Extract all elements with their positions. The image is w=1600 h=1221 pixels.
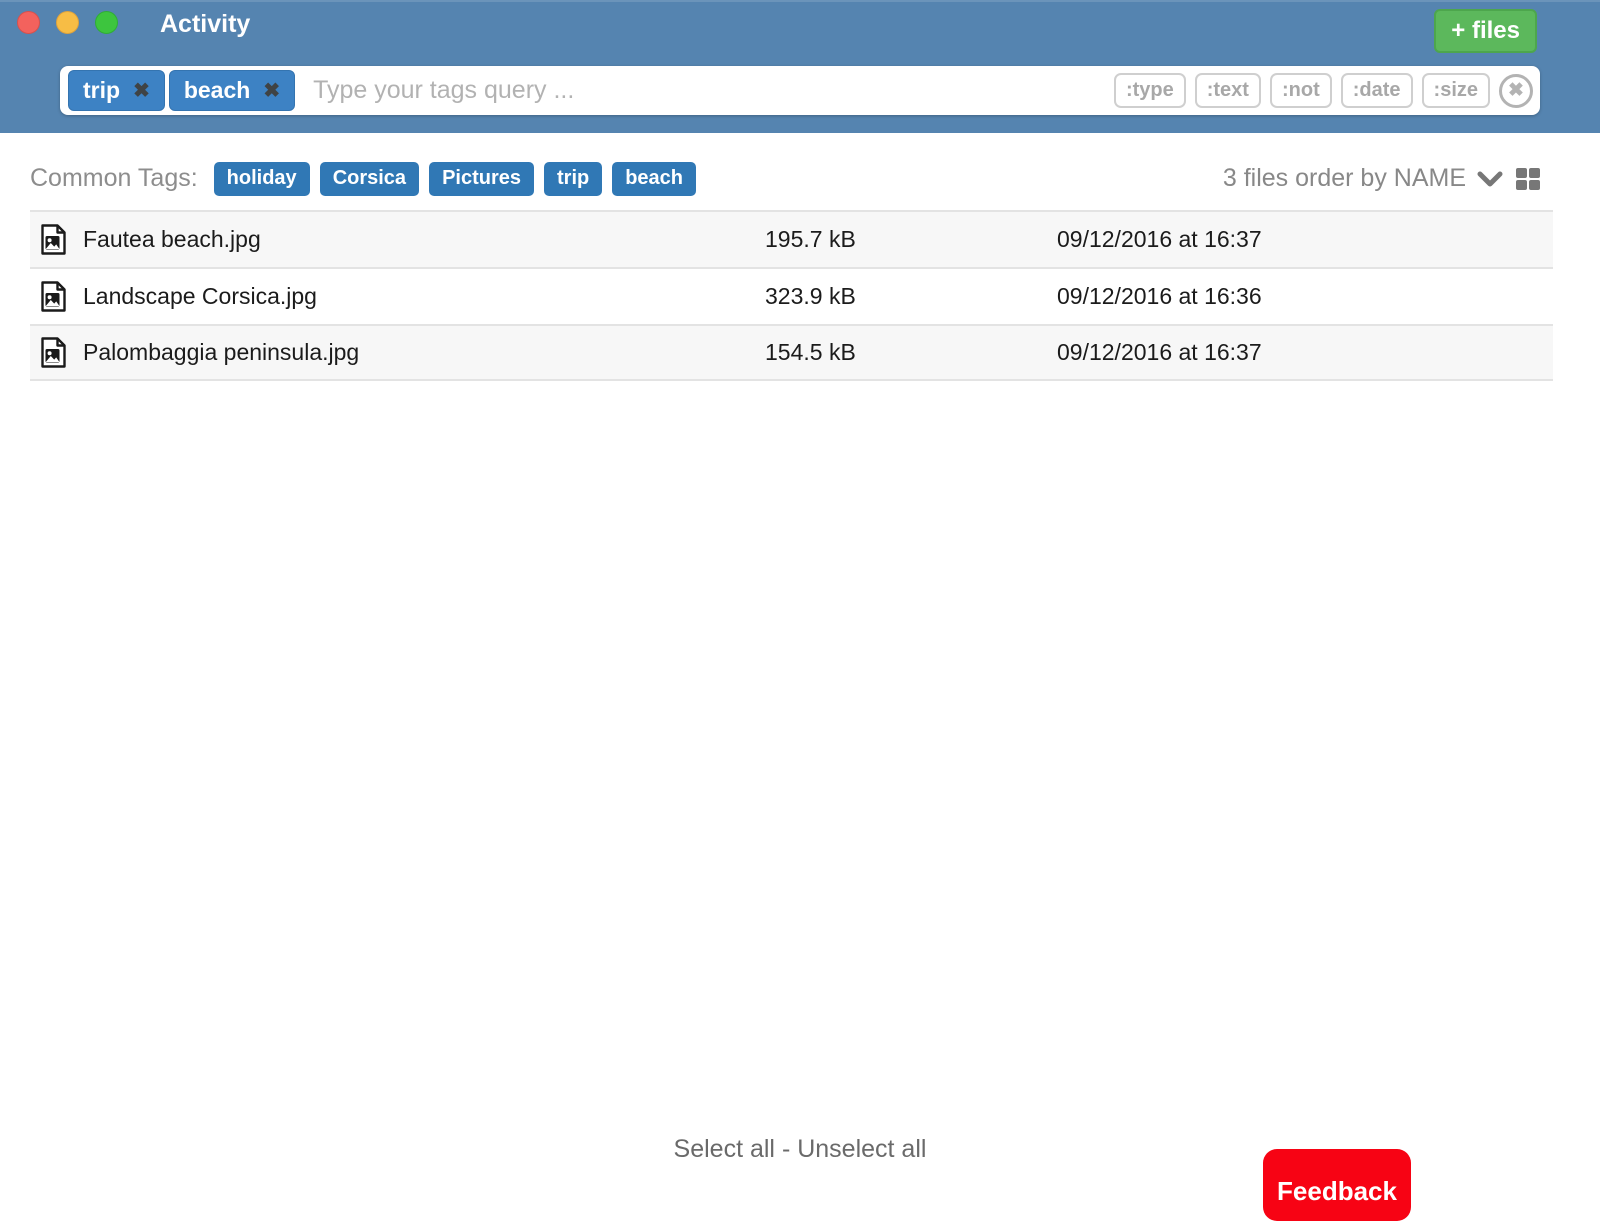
filter-date-button[interactable]: :date: [1341, 73, 1413, 108]
feedback-button[interactable]: Feedback: [1263, 1149, 1411, 1221]
clear-query-icon[interactable]: ✖: [1499, 74, 1533, 108]
common-tag-pictures[interactable]: Pictures: [429, 162, 534, 196]
file-size: 323.9 kB: [765, 283, 1057, 310]
file-date: 09/12/2016 at 16:37: [1057, 339, 1553, 366]
zoom-window-button[interactable]: [95, 11, 118, 34]
add-files-button[interactable]: + files: [1434, 9, 1537, 53]
filter-text-button[interactable]: :text: [1195, 73, 1261, 108]
window-title: Activity: [160, 10, 250, 39]
close-window-button[interactable]: [17, 11, 40, 34]
active-tag-chip[interactable]: beach ✖: [169, 70, 295, 111]
image-file-icon: [40, 337, 67, 368]
file-size: 195.7 kB: [765, 226, 1057, 253]
select-all-link[interactable]: Select all: [674, 1135, 775, 1163]
common-tags-label: Common Tags:: [30, 164, 198, 193]
common-tag-holiday[interactable]: holiday: [214, 162, 310, 196]
file-name: Landscape Corsica.jpg: [83, 283, 765, 310]
active-tag-label: trip: [83, 77, 120, 104]
file-date: 09/12/2016 at 16:37: [1057, 226, 1553, 253]
common-tags-row: Common Tags: holiday Corsica Pictures tr…: [30, 160, 1542, 197]
active-tag-chip[interactable]: trip ✖: [68, 70, 165, 111]
file-list: Fautea beach.jpg 195.7 kB 09/12/2016 at …: [30, 210, 1553, 381]
sort-control: 3 files order by NAME: [1223, 164, 1542, 193]
common-tag-beach[interactable]: beach: [612, 162, 696, 196]
traffic-lights: [17, 11, 134, 34]
remove-tag-icon[interactable]: ✖: [263, 81, 280, 101]
titlebar: Activity + files trip ✖ beach ✖ :type :t…: [0, 0, 1600, 133]
files-count-sort-label: 3 files order by NAME: [1223, 164, 1466, 193]
filter-size-button[interactable]: :size: [1422, 73, 1490, 108]
grid-view-icon[interactable]: [1514, 165, 1542, 193]
unselect-all-link[interactable]: Unselect all: [797, 1135, 926, 1163]
file-size: 154.5 kB: [765, 339, 1057, 366]
common-tag-corsica[interactable]: Corsica: [320, 162, 419, 196]
common-tag-trip[interactable]: trip: [544, 162, 602, 196]
file-name: Palombaggia peninsula.jpg: [83, 339, 765, 366]
remove-tag-icon[interactable]: ✖: [133, 81, 150, 101]
file-date: 09/12/2016 at 16:36: [1057, 283, 1553, 310]
image-file-icon: [40, 224, 67, 255]
file-row[interactable]: Landscape Corsica.jpg 323.9 kB 09/12/201…: [30, 267, 1553, 324]
file-row[interactable]: Palombaggia peninsula.jpg 154.5 kB 09/12…: [30, 324, 1553, 381]
image-file-icon: [40, 281, 67, 312]
filter-not-button[interactable]: :not: [1270, 73, 1332, 108]
minimize-window-button[interactable]: [56, 11, 79, 34]
tags-query-bar: trip ✖ beach ✖ :type :text :not :date :s…: [60, 66, 1540, 115]
filter-type-button[interactable]: :type: [1114, 73, 1186, 108]
chevron-down-icon[interactable]: [1476, 169, 1504, 189]
selection-separator: -: [775, 1135, 797, 1163]
active-tag-label: beach: [184, 77, 250, 104]
file-name: Fautea beach.jpg: [83, 226, 765, 253]
tags-query-input[interactable]: [295, 76, 1105, 105]
file-row[interactable]: Fautea beach.jpg 195.7 kB 09/12/2016 at …: [30, 210, 1553, 267]
